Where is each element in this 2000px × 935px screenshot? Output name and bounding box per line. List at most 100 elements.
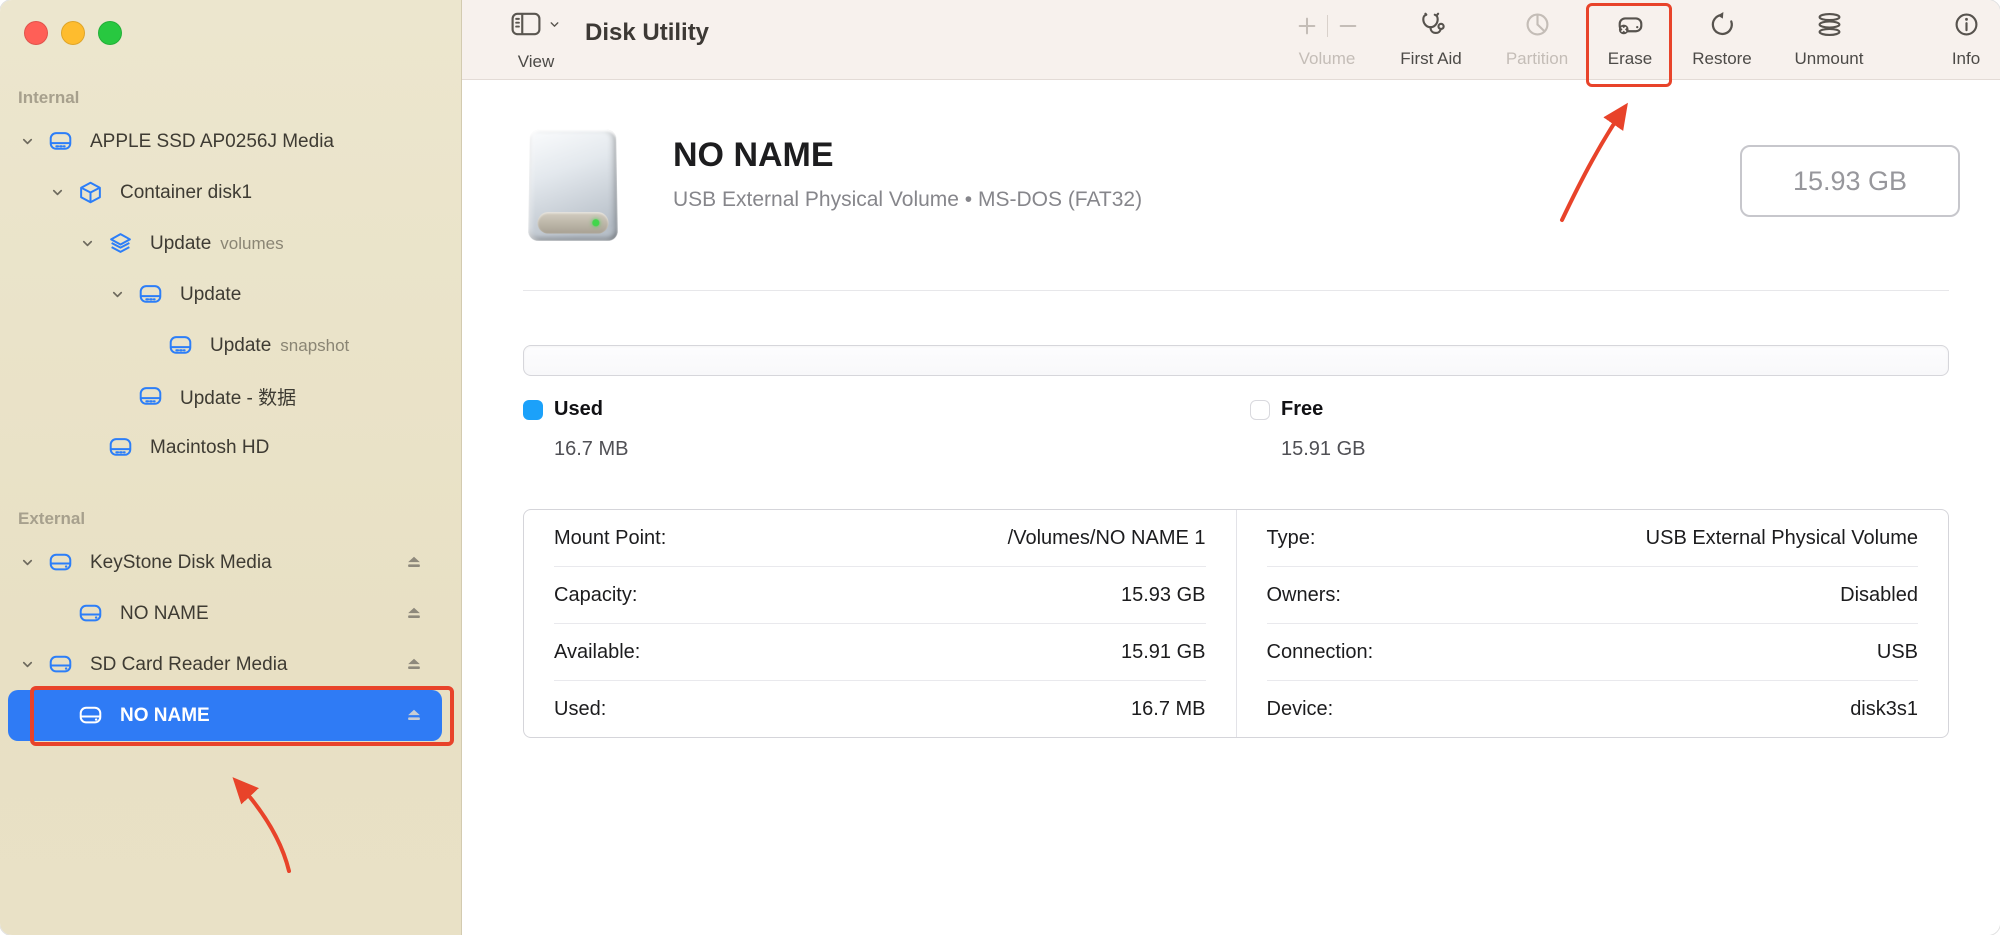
drive-led [592,219,599,226]
section-header-internal: Internal [18,88,461,112]
legend-free: Free 15.91 GB [1250,398,1366,461]
internal-disk-icon [48,129,74,154]
internal-disk-icon [168,333,194,358]
volume-button-label: Volume [1299,49,1356,69]
usage-bar [523,345,1949,376]
sidebar-item-label: Update [150,233,211,255]
details-card: Mount Point: /Volumes/NO NAME 1 Capacity… [523,509,1949,738]
detail-row-capacity: Capacity: 15.93 GB [524,567,1236,623]
pie-chart-icon [1524,11,1551,38]
external-disk-icon [48,550,74,575]
volume-subtitle: USB External Physical Volume • MS-DOS (F… [673,188,1142,212]
chevron-down-icon [548,18,561,31]
legend-used: Used 16.7 MB [523,398,628,461]
sidebar-item-update-snapshot[interactable]: Update snapshot [8,320,442,371]
minimize-button[interactable] [61,21,85,45]
partition-button[interactable]: Partition [1488,5,1586,75]
main-panel: NO NAME USB External Physical Volume • M… [462,80,2000,935]
sidebar-item-label: SD Card Reader Media [90,654,287,676]
chevron-down-icon[interactable] [16,134,38,149]
sidebar-item-apple-ssd[interactable]: APPLE SSD AP0256J Media [8,116,442,167]
capacity-badge: 15.93 GB [1740,145,1960,217]
free-swatch [1250,400,1270,420]
restore-button-label: Restore [1692,49,1752,69]
sidebar-item-no-name-keystone[interactable]: NO NAME [8,588,442,639]
restore-button[interactable]: Restore [1676,5,1768,75]
sidebar: Internal APPLE SSD AP0256J Media Contain… [0,0,462,935]
window-title: Disk Utility [585,19,709,47]
sidebar-item-suffix: volumes [220,234,283,254]
eject-icon[interactable] [404,655,424,675]
header-divider [523,290,1949,291]
info-circle-icon [1953,11,1980,38]
detail-row-device: Device: disk3s1 [1237,681,1949,737]
sidebar-item-no-name-selected[interactable]: NO NAME [8,690,442,741]
sidebar-item-label: Macintosh HD [150,437,269,459]
erase-button-label: Erase [1608,49,1652,69]
external-drive-image [522,128,624,240]
sidebar-item-label: Update - 数据 [180,383,296,410]
detail-row-mount-point: Mount Point: /Volumes/NO NAME 1 [524,510,1236,566]
eject-icon[interactable] [404,553,424,573]
zoom-button[interactable] [98,21,122,45]
toolbar: View Disk Utility Volume First Aid Parti… [462,0,2000,80]
internal-disk-icon [138,282,164,307]
external-disk-icon [78,703,104,728]
container-box-icon [78,180,104,205]
sidebar-item-sd-card-reader[interactable]: SD Card Reader Media [8,639,442,690]
disk-utility-window: Internal APPLE SSD AP0256J Media Contain… [0,0,2000,935]
used-swatch [523,400,543,420]
chevron-down-icon[interactable] [76,236,98,251]
sidebar-item-label: Update [180,284,241,306]
section-header-external: External [18,509,461,533]
sidebar-item-label: NO NAME [120,705,210,727]
chevron-down-icon[interactable] [16,657,38,672]
info-button[interactable]: Info [1940,5,1992,75]
eject-icon[interactable] [404,706,424,726]
restore-arrow-icon [1709,11,1736,38]
detail-row-type: Type: USB External Physical Volume [1237,510,1949,566]
details-left-column: Mount Point: /Volumes/NO NAME 1 Capacity… [524,510,1236,737]
sidebar-item-macintosh-hd[interactable]: Macintosh HD [8,422,442,473]
volume-stack-icon [108,231,134,256]
chevron-down-icon[interactable] [106,287,128,302]
sidebar-item-keystone-disk[interactable]: KeyStone Disk Media [8,537,442,588]
chevron-down-icon[interactable] [16,555,38,570]
view-button[interactable]: View [498,6,574,74]
sidebar-toggle-icon [511,12,541,36]
internal-disk-icon [108,435,134,460]
sidebar-item-update-data[interactable]: Update - 数据 [8,371,442,422]
sidebar-item-label: Update [210,335,271,357]
sidebar-item-update-volumes[interactable]: Update volumes [8,218,442,269]
chevron-down-icon[interactable] [46,185,68,200]
sidebar-item-label: KeyStone Disk Media [90,552,272,574]
volume-button[interactable]: Volume [1281,5,1373,75]
volume-title: NO NAME [673,136,834,175]
eject-icon[interactable] [404,604,424,624]
sidebar-item-update[interactable]: Update [8,269,442,320]
unmount-button-label: Unmount [1795,49,1864,69]
used-value: 16.7 MB [554,438,628,461]
sidebar-item-suffix: snapshot [280,336,349,356]
detail-row-used: Used: 16.7 MB [524,681,1236,737]
free-value: 15.91 GB [1281,438,1366,461]
first-aid-button-label: First Aid [1400,49,1461,69]
sidebar-item-label: APPLE SSD AP0256J Media [90,131,334,153]
erase-button[interactable]: Erase [1590,5,1670,75]
sidebar-item-container-disk1[interactable]: Container disk1 [8,167,442,218]
info-button-label: Info [1952,49,1980,69]
external-disk-icon [48,652,74,677]
detail-row-available: Available: 15.91 GB [524,624,1236,680]
first-aid-button[interactable]: First Aid [1383,5,1479,75]
internal-disk-icon [138,384,164,409]
remove-volume-icon [1337,15,1359,37]
partition-button-label: Partition [1506,49,1568,69]
detail-row-owners: Owners: Disabled [1237,567,1949,623]
erase-disk-icon [1617,11,1644,38]
unmount-button[interactable]: Unmount [1778,5,1880,75]
device-tree: Internal APPLE SSD AP0256J Media Contain… [0,60,461,741]
sidebar-item-label: Container disk1 [120,182,252,204]
unmount-stack-icon [1816,11,1843,38]
close-button[interactable] [24,21,48,45]
free-label: Free [1281,398,1323,421]
